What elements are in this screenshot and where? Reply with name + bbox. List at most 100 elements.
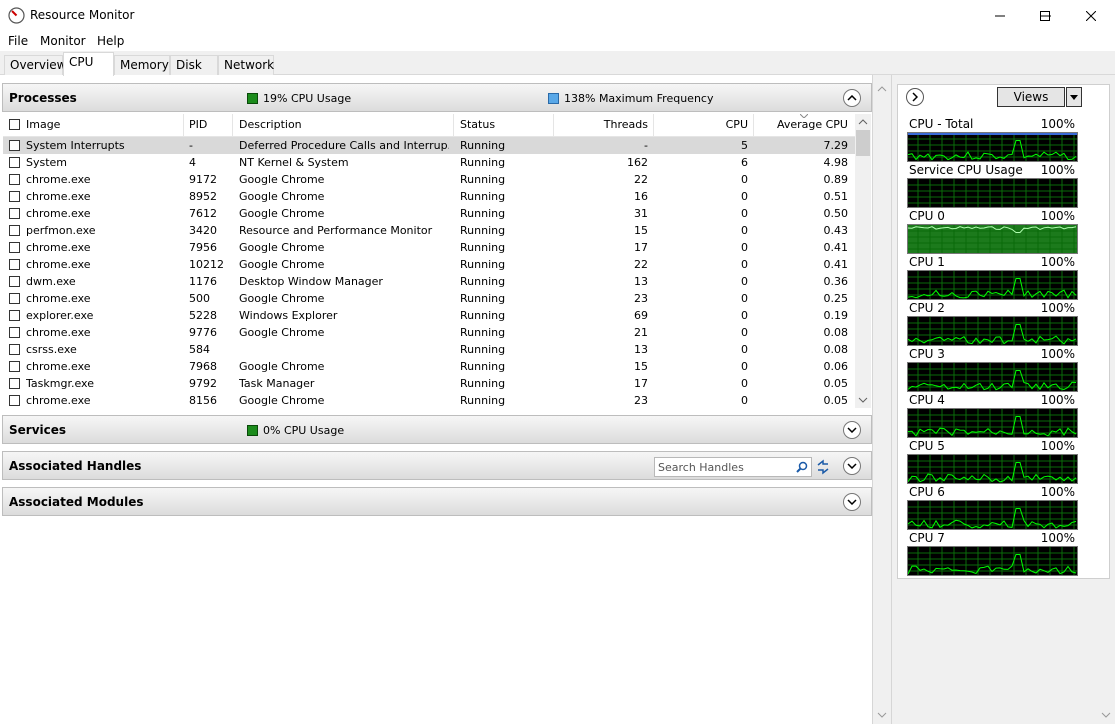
minimize-button[interactable] [977, 0, 1023, 31]
process-checkbox[interactable] [9, 293, 20, 304]
process-checkbox[interactable] [9, 174, 20, 185]
process-row[interactable]: chrome.exe 7968 Google Chrome Running 15 0 0.0… [3, 358, 855, 375]
process-checkbox[interactable] [9, 276, 20, 287]
process-row[interactable]: explorer.exe 5228 Windows Explorer Running 6… [3, 307, 855, 324]
process-status: Running [460, 377, 506, 390]
col-image[interactable]: Image [26, 118, 60, 131]
collapse-graph-pane-button[interactable] [906, 88, 924, 106]
process-checkbox[interactable] [9, 259, 20, 270]
refresh-icon[interactable] [815, 459, 831, 475]
pane-scroll-down-icon[interactable] [876, 710, 888, 720]
process-row[interactable]: csrss.exe 584 Running 13 0 0.08 [3, 341, 855, 358]
process-threads: 15 [634, 360, 648, 373]
processes-scrollbar[interactable] [855, 114, 871, 408]
process-row[interactable]: chrome.exe 9776 Google Chrome Running 21 0 0.0… [3, 324, 855, 341]
graph-max-percent: 100% [1040, 485, 1075, 499]
process-checkbox[interactable] [9, 310, 20, 321]
process-checkbox[interactable] [9, 378, 20, 389]
process-average-cpu: 0.08 [823, 343, 849, 356]
graph-label: CPU 3 [909, 347, 945, 361]
process-description: Deferred Procedure Calls and Interrup... [239, 139, 449, 152]
col-pid[interactable]: PID [189, 118, 207, 131]
expand-modules-button[interactable] [843, 493, 861, 511]
process-checkbox[interactable] [9, 344, 20, 355]
process-row[interactable]: chrome.exe 500 Google Chrome Running 23 0 0.25 [3, 290, 855, 307]
process-image: explorer.exe [26, 309, 94, 322]
collapse-processes-button[interactable] [843, 89, 861, 107]
process-pid: 7968 [189, 360, 217, 373]
search-handles-input[interactable]: Search Handles [654, 457, 812, 477]
processes-header[interactable]: Processes 19% CPU Usage 138% Maximum Fre… [2, 83, 872, 112]
process-row[interactable]: dwm.exe 1176 Desktop Window Manager Running… [3, 273, 855, 290]
process-row[interactable]: chrome.exe 8156 Google Chrome Running 23 0 0.0… [3, 392, 855, 408]
col-status[interactable]: Status [460, 118, 495, 131]
maximize-button[interactable] [1022, 0, 1068, 31]
scroll-down-icon[interactable] [855, 392, 871, 408]
graph-label: CPU - Total [909, 117, 974, 131]
services-title: Services [9, 423, 67, 437]
processes-cpu-usage: 19% CPU Usage [247, 92, 351, 105]
process-status: Running [460, 258, 506, 271]
graph-scroll-down-icon[interactable] [1100, 710, 1112, 720]
process-row[interactable]: perfmon.exe 3420 Resource and Performance … [3, 222, 855, 239]
col-description[interactable]: Description [239, 118, 302, 131]
services-header[interactable]: Services 0% CPU Usage [2, 415, 872, 444]
process-checkbox[interactable] [9, 225, 20, 236]
pane-splitter[interactable] [873, 75, 891, 724]
tab-disk[interactable]: Disk [170, 55, 218, 75]
tab-overview[interactable]: Overview [4, 55, 67, 75]
scroll-thumb[interactable] [856, 130, 870, 156]
tab-memory[interactable]: Memory [114, 55, 170, 75]
process-row[interactable]: Taskmgr.exe 9792 Task Manager Running 17 0 0.0… [3, 375, 855, 392]
col-average-cpu[interactable]: Average CPU [760, 118, 848, 131]
tab-network[interactable]: Network [218, 55, 274, 75]
process-row[interactable]: chrome.exe 10212 Google Chrome Running 22 0 0.… [3, 256, 855, 273]
cpu-graph [907, 224, 1078, 254]
process-checkbox[interactable] [9, 361, 20, 372]
process-checkbox[interactable] [9, 327, 20, 338]
process-description: Google Chrome [239, 292, 325, 305]
maximize-icon [1040, 10, 1050, 21]
menu-file[interactable]: File [8, 34, 28, 48]
process-pid: 5228 [189, 309, 217, 322]
process-checkbox[interactable] [9, 395, 20, 406]
process-image: Taskmgr.exe [26, 377, 94, 390]
process-average-cpu: 7.29 [823, 139, 849, 152]
process-row[interactable]: chrome.exe 9172 Google Chrome Running 22 0 0.8… [3, 171, 855, 188]
process-status: Running [460, 326, 506, 339]
expand-services-button[interactable] [843, 421, 861, 439]
process-cpu: 0 [741, 377, 748, 390]
processes-max-frequency: 138% Maximum Frequency [548, 92, 713, 105]
process-checkbox[interactable] [9, 242, 20, 253]
process-row[interactable]: chrome.exe 7612 Google Chrome Running 31 0 0.5… [3, 205, 855, 222]
pane-scroll-up-icon[interactable] [876, 84, 888, 94]
process-image: chrome.exe [26, 207, 91, 220]
process-checkbox[interactable] [9, 191, 20, 202]
process-checkbox[interactable] [9, 157, 20, 168]
menu-bar: File Monitor Help [0, 31, 1115, 51]
process-checkbox[interactable] [9, 140, 20, 151]
menu-monitor[interactable]: Monitor [40, 34, 86, 48]
process-row[interactable]: chrome.exe 8952 Google Chrome Running 16 0 0.5… [3, 188, 855, 205]
select-all-checkbox[interactable] [9, 119, 20, 130]
process-row[interactable]: System Interrupts - Deferred Procedure Cal… [3, 137, 855, 154]
menu-help[interactable]: Help [97, 34, 124, 48]
tab-cpu[interactable]: CPU [63, 52, 114, 76]
views-button[interactable]: Views [997, 87, 1065, 107]
cpu-graph [907, 408, 1078, 438]
process-checkbox[interactable] [9, 208, 20, 219]
col-threads[interactable]: Threads [560, 118, 648, 131]
process-status: Running [460, 224, 506, 237]
modules-header[interactable]: Associated Modules [2, 487, 872, 516]
process-pid: 4 [189, 156, 196, 169]
close-button[interactable] [1068, 0, 1114, 31]
process-row[interactable]: chrome.exe 7956 Google Chrome Running 17 0 0.4… [3, 239, 855, 256]
col-cpu[interactable]: CPU [660, 118, 748, 131]
process-description: Google Chrome [239, 241, 325, 254]
process-row[interactable]: System 4 NT Kernel & System Running 162 6 4.98 [3, 154, 855, 171]
scroll-up-icon[interactable] [855, 114, 871, 130]
views-dropdown-button[interactable] [1066, 87, 1082, 107]
search-icon[interactable] [796, 461, 808, 473]
max-frequency-swatch [548, 93, 559, 104]
expand-handles-button[interactable] [843, 457, 861, 475]
